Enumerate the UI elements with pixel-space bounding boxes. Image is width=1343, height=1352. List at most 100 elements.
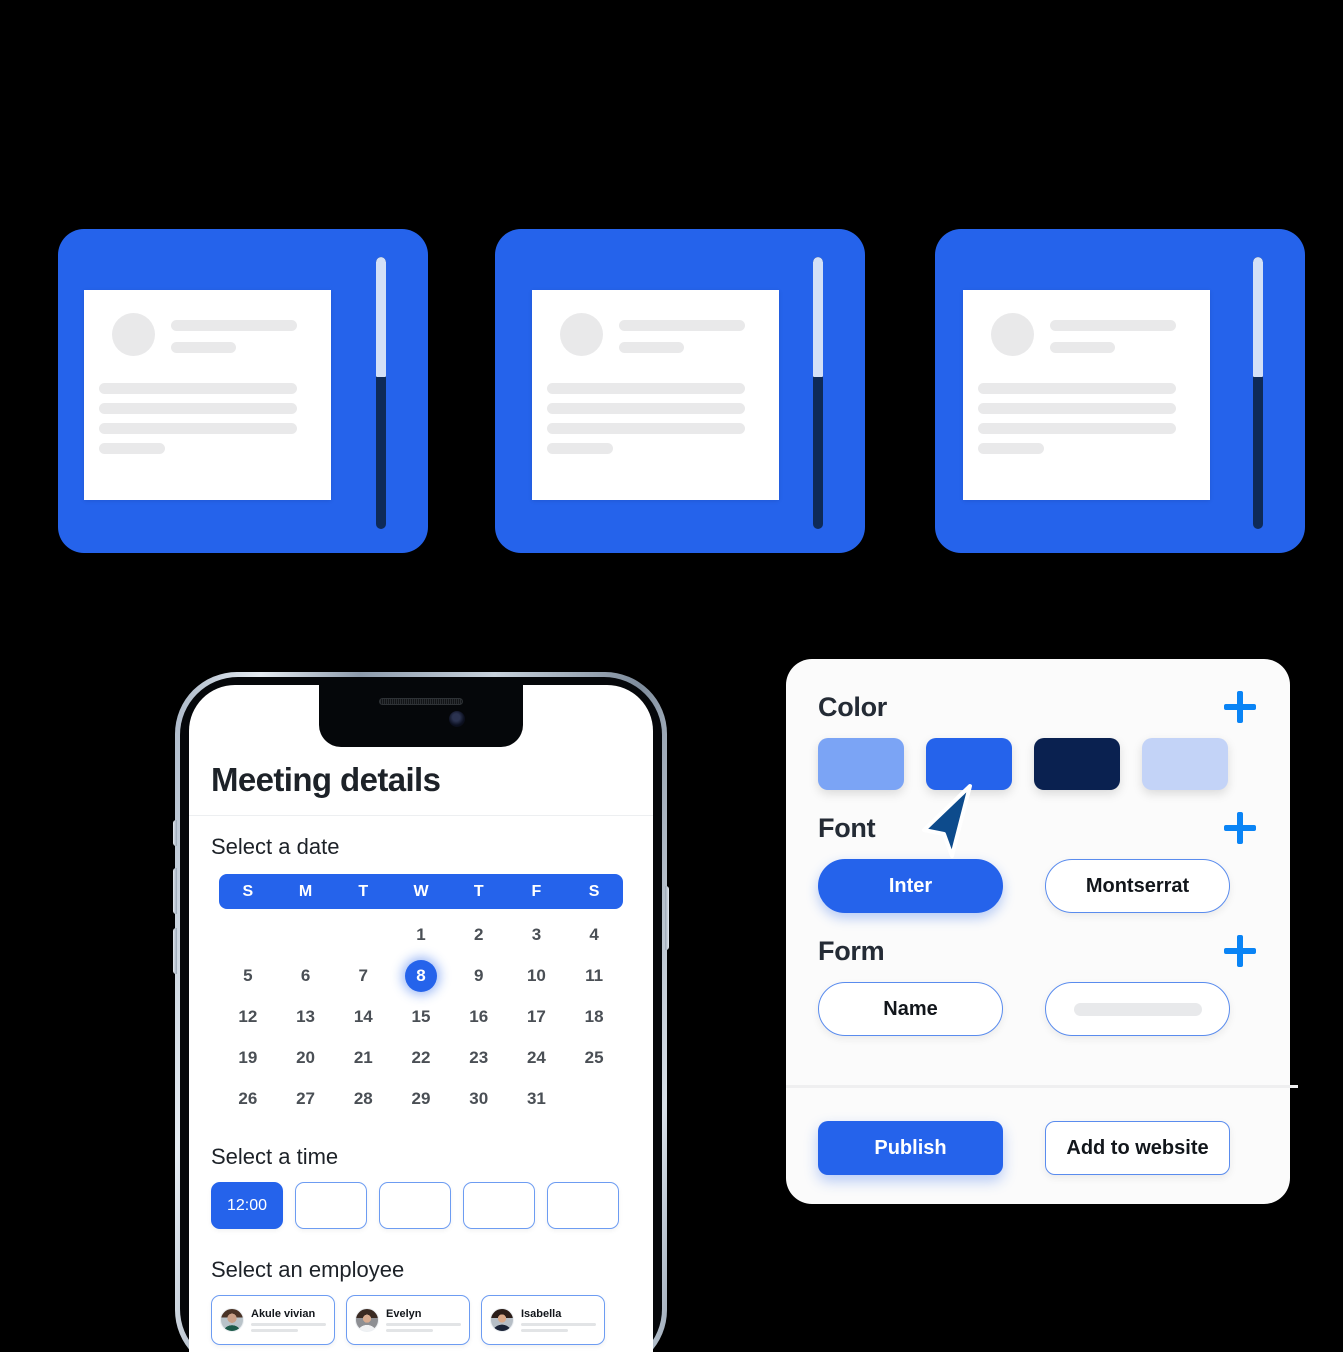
document-card-1[interactable] <box>58 229 428 553</box>
doc-body-line <box>547 383 745 394</box>
calendar: S M T W T F S 1 2 3 4 5 6 7 8 9 10 11 12 13 14 15 16 17 1… <box>219 874 623 1116</box>
add-color-icon[interactable] <box>1222 689 1258 725</box>
time-slot-2[interactable] <box>295 1182 367 1229</box>
calendar-day[interactable]: 5 <box>219 958 277 993</box>
calendar-day[interactable]: 12 <box>219 999 277 1034</box>
time-slot-3[interactable] <box>379 1182 451 1229</box>
calendar-day[interactable]: 14 <box>334 999 392 1034</box>
card-scrollbar-2[interactable] <box>813 257 823 529</box>
calendar-day[interactable]: 10 <box>508 958 566 993</box>
time-slot-1[interactable]: 12:00 <box>211 1182 283 1229</box>
calendar-day[interactable]: 4 <box>565 917 623 952</box>
card-scrollbar-1[interactable] <box>376 257 386 529</box>
time-slot-list: 12:00 <box>211 1182 631 1229</box>
card-scrollbar-thumb[interactable] <box>376 257 386 377</box>
doc-avatar-icon <box>560 313 603 356</box>
time-slot-4[interactable] <box>463 1182 535 1229</box>
calendar-day[interactable]: 26 <box>219 1081 277 1116</box>
doc-header-line <box>171 320 297 331</box>
calendar-day[interactable]: 22 <box>392 1040 450 1075</box>
phone-silent-switch[interactable] <box>173 820 177 846</box>
calendar-day[interactable]: 18 <box>565 999 623 1034</box>
phone-power-button[interactable] <box>665 886 669 950</box>
card-scrollbar-thumb[interactable] <box>813 257 823 377</box>
calendar-day[interactable]: 28 <box>334 1081 392 1116</box>
weekday-thu: T <box>473 882 484 900</box>
employee-name: Akule vivian <box>251 1308 316 1320</box>
employee-info: Akule vivian <box>251 1308 326 1332</box>
document-card-3[interactable] <box>935 229 1305 553</box>
doc-body-line <box>978 443 1044 454</box>
publish-button[interactable]: Publish <box>818 1121 1003 1175</box>
calendar-day[interactable]: 17 <box>508 999 566 1034</box>
calendar-day[interactable]: 21 <box>334 1040 392 1075</box>
calendar-day[interactable]: 23 <box>450 1040 508 1075</box>
swatch-pale-blue[interactable] <box>1142 738 1228 790</box>
calendar-day-selected[interactable]: 8 <box>392 958 450 993</box>
calendar-day[interactable]: 20 <box>277 1040 335 1075</box>
calendar-day[interactable]: 24 <box>508 1040 566 1075</box>
employee-detail-bar <box>251 1329 298 1332</box>
document-card-2[interactable] <box>495 229 865 553</box>
panel-divider <box>786 1085 1298 1088</box>
select-date-label: Select a date <box>211 834 340 859</box>
form-field-name[interactable]: Name <box>818 982 1003 1036</box>
calendar-day[interactable]: 11 <box>565 958 623 993</box>
phone-volume-up-button[interactable] <box>173 868 177 914</box>
employee-detail-bar <box>386 1323 461 1326</box>
calendar-day[interactable]: 16 <box>450 999 508 1034</box>
color-section-header: Color <box>818 689 1258 725</box>
doc-body-line <box>547 403 745 414</box>
add-form-field-icon[interactable] <box>1222 933 1258 969</box>
calendar-day[interactable]: 27 <box>277 1081 335 1116</box>
calendar-day[interactable]: 3 <box>508 917 566 952</box>
doc-body-line <box>99 423 297 434</box>
select-employee-label: Select an employee <box>211 1257 405 1282</box>
add-font-icon[interactable] <box>1222 810 1258 846</box>
calendar-day[interactable]: 25 <box>565 1040 623 1075</box>
calendar-day[interactable]: 6 <box>277 958 335 993</box>
card-scrollbar-thumb[interactable] <box>1253 257 1263 377</box>
calendar-day[interactable]: 30 <box>450 1081 508 1116</box>
phone-mockup: Meeting details Select a date S M T W T … <box>173 672 669 1352</box>
time-slot-5[interactable] <box>547 1182 619 1229</box>
weekday-tue: T <box>358 882 369 900</box>
employee-name: Isabella <box>521 1308 562 1320</box>
employee-name: Evelyn <box>386 1308 422 1320</box>
calendar-day-blank <box>334 917 392 952</box>
employee-card[interactable]: Isabella <box>481 1295 605 1345</box>
doc-body-line <box>99 383 297 394</box>
font-option-montserrat[interactable]: Montserrat <box>1045 859 1230 913</box>
form-field-empty[interactable] <box>1045 982 1230 1036</box>
design-settings-panel: Color Font Inter Montserrat Form Name Pu… <box>786 659 1298 1204</box>
card-document-2 <box>532 290 779 500</box>
weekday-sun: S <box>242 882 254 900</box>
card-scrollbar-3[interactable] <box>1253 257 1263 529</box>
calendar-day[interactable]: 29 <box>392 1081 450 1116</box>
calendar-day[interactable]: 2 <box>450 917 508 952</box>
calendar-day[interactable]: 9 <box>450 958 508 993</box>
employee-card[interactable]: Akule vivian <box>211 1295 335 1345</box>
page-title: Meeting details <box>211 761 441 798</box>
calendar-day[interactable]: 19 <box>219 1040 277 1075</box>
card-document-3 <box>963 290 1210 500</box>
doc-body-line <box>978 403 1176 414</box>
weekday-fri: F <box>531 882 542 900</box>
employee-card[interactable]: Evelyn <box>346 1295 470 1345</box>
calendar-day[interactable]: 31 <box>508 1081 566 1116</box>
calendar-day[interactable]: 1 <box>392 917 450 952</box>
phone-volume-down-button[interactable] <box>173 928 177 974</box>
font-option-list: Inter Montserrat <box>818 859 1258 913</box>
swatch-navy[interactable] <box>1034 738 1120 790</box>
font-section-label: Font <box>818 812 876 843</box>
swatch-light-blue[interactable] <box>818 738 904 790</box>
add-to-website-button[interactable]: Add to website <box>1045 1121 1230 1175</box>
calendar-day[interactable]: 7 <box>334 958 392 993</box>
font-option-inter[interactable]: Inter <box>818 859 1003 913</box>
earpiece-speaker-icon <box>379 698 463 705</box>
calendar-day-blank <box>277 917 335 952</box>
employee-detail-bar <box>386 1329 433 1332</box>
calendar-day[interactable]: 13 <box>277 999 335 1034</box>
calendar-day[interactable]: 15 <box>392 999 450 1034</box>
employee-avatar <box>220 1308 244 1332</box>
